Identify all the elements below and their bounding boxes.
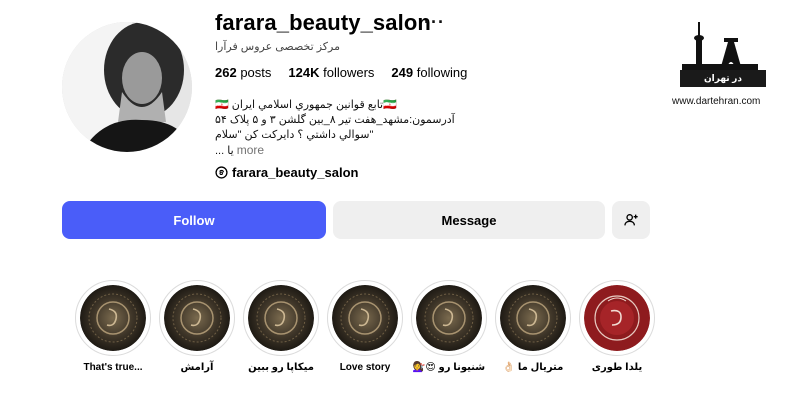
- highlight-cover: [332, 285, 398, 351]
- highlight-label: میکاپا رو ببین: [248, 362, 314, 373]
- highlight-item[interactable]: آرامش: [157, 280, 237, 373]
- highlight-cover: [80, 285, 146, 351]
- avatar-photo: [62, 22, 192, 152]
- highlight-label: یلدا طوری: [591, 362, 643, 373]
- stat-following[interactable]: 249 following: [391, 65, 467, 80]
- highlight-label: آرامش: [180, 362, 214, 373]
- highlight-ring: [579, 280, 655, 356]
- watermark-brand: در تهران: [680, 70, 766, 87]
- highlight-ring: [75, 280, 151, 356]
- bio-line: "سوالي داشتي ؟ دايركت كن "سلام: [215, 129, 374, 141]
- highlight-item[interactable]: میکاپا رو ببین: [241, 280, 321, 373]
- profile-category: مرکز تخصصی عروس فرآرا: [215, 41, 340, 53]
- highlight-ring: [495, 280, 571, 356]
- message-button[interactable]: Message: [333, 201, 605, 239]
- stat-posts-count: 262: [215, 65, 237, 80]
- bio-line: 🇮🇷 تابع قوانين جمهوري اسلامي ايران🇮🇷: [215, 99, 397, 111]
- add-person-icon: [624, 214, 638, 226]
- highlight-cover: [248, 285, 314, 351]
- highlight-item[interactable]: شنیونا رو 😍💇‍♀️: [409, 280, 489, 373]
- highlight-label: شنیونا رو 😍💇‍♀️: [412, 362, 486, 373]
- highlight-label: متریال ما 👌🏻: [502, 362, 564, 373]
- more-options-icon[interactable]: ···: [424, 12, 445, 33]
- highlight-ring: [411, 280, 487, 356]
- follow-button[interactable]: Follow: [62, 201, 326, 239]
- highlight-label: That's true...: [83, 362, 143, 373]
- suggest-people-button[interactable]: [612, 201, 650, 239]
- bio-line: آدرسمون:مشهد_هفت تیر ۸_بین گلشن ۳ و ۵ پل…: [215, 114, 455, 126]
- highlight-item[interactable]: یلدا طوری: [577, 280, 657, 373]
- bio-line: يا ...: [215, 145, 234, 157]
- highlight-cover: [584, 285, 650, 351]
- highlight-ring: [327, 280, 403, 356]
- stat-posts-label: posts: [240, 65, 272, 80]
- watermark-url: www.dartehran.com: [672, 96, 761, 107]
- stat-followers-label: followers: [323, 65, 375, 80]
- stat-followers[interactable]: 124K followers: [288, 65, 374, 80]
- stat-following-label: following: [416, 65, 468, 80]
- stat-posts[interactable]: 262 posts: [215, 65, 271, 80]
- highlight-item[interactable]: متریال ما 👌🏻: [493, 280, 573, 373]
- stat-followers-count: 124K: [288, 65, 320, 80]
- threads-icon: [215, 166, 228, 179]
- highlight-cover: [164, 285, 230, 351]
- profile-username: farara_beauty_salon: [215, 10, 431, 35]
- tehran-skyline-logo: [682, 22, 758, 70]
- highlight-cover: [416, 285, 482, 351]
- dartehran-watermark: در تهران www.dartehran.com: [668, 20, 768, 107]
- profile-bio: 🇮🇷 تابع قوانين جمهوري اسلامي ايران🇮🇷 آدر…: [215, 98, 455, 159]
- highlight-item[interactable]: That's true...: [73, 280, 153, 373]
- highlight-label: Love story: [339, 362, 391, 373]
- highlight-cover: [500, 285, 566, 351]
- highlight-ring: [243, 280, 319, 356]
- bio-more-link[interactable]: more: [237, 143, 264, 157]
- profile-avatar[interactable]: [62, 22, 192, 152]
- profile-stats: 262 posts 124K followers 249 following: [215, 65, 467, 80]
- stat-following-count: 249: [391, 65, 414, 80]
- threads-link[interactable]: farara_beauty_salon: [215, 165, 358, 180]
- highlight-ring: [159, 280, 235, 356]
- highlight-item[interactable]: Love story: [325, 280, 405, 373]
- threads-handle: farara_beauty_salon: [232, 165, 359, 180]
